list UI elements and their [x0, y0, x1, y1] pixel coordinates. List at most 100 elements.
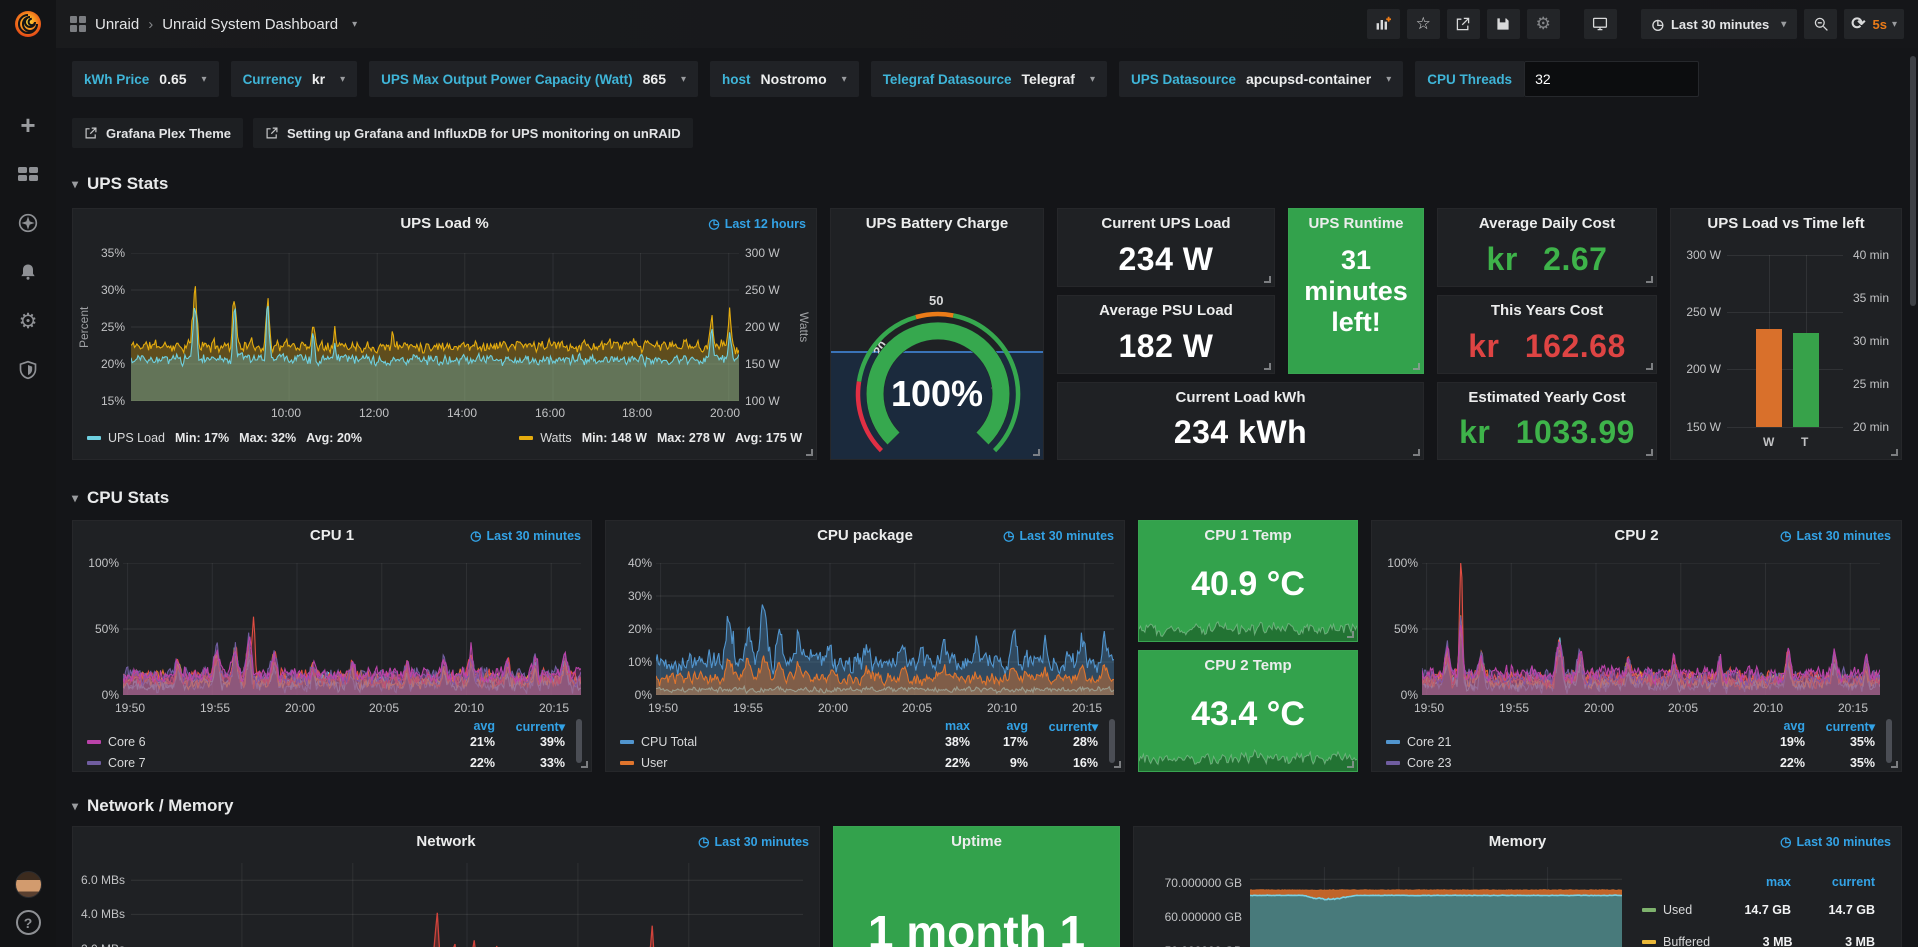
panel-title[interactable]: UPS Load %: [73, 209, 816, 239]
y-tick: 250 W: [1677, 305, 1721, 319]
share-button[interactable]: [1447, 9, 1480, 39]
panel-title[interactable]: Estimated Yearly Cost: [1438, 383, 1656, 413]
resize-handle[interactable]: [1891, 761, 1898, 768]
network-chart[interactable]: [131, 863, 803, 947]
resize-handle[interactable]: [806, 449, 813, 456]
legend-scrollbar[interactable]: [1109, 719, 1115, 763]
panel-title[interactable]: This Years Cost: [1438, 296, 1656, 326]
resize-handle[interactable]: [1347, 761, 1354, 768]
configuration-gear-icon[interactable]: ⚙: [17, 310, 39, 332]
link-grafana-plex-theme[interactable]: Grafana Plex Theme: [72, 118, 243, 148]
resize-handle[interactable]: [1646, 363, 1653, 370]
grafana-logo-icon[interactable]: [12, 8, 44, 40]
legend-header-avg[interactable]: avg: [1747, 719, 1805, 734]
help-icon[interactable]: ?: [16, 910, 41, 935]
star-button[interactable]: ☆: [1407, 9, 1440, 39]
alerting-bell-icon[interactable]: [17, 261, 39, 283]
link-ups-monitoring-guide[interactable]: Setting up Grafana and InfluxDB for UPS …: [253, 118, 693, 148]
legend-header-avg[interactable]: avg: [437, 719, 495, 734]
section-network-memory[interactable]: ▾ Network / Memory: [72, 796, 1902, 816]
breadcrumb-folder[interactable]: Unraid: [95, 16, 139, 33]
resize-handle[interactable]: [1264, 363, 1271, 370]
resize-handle[interactable]: [1646, 276, 1653, 283]
ups-stats-row: UPS Load % ◷Last 12 hours Percent 35% 30…: [72, 208, 1902, 460]
panel-title[interactable]: Current UPS Load: [1058, 209, 1274, 239]
save-button[interactable]: [1487, 9, 1520, 39]
resize-handle[interactable]: [1033, 449, 1040, 456]
panel-title[interactable]: Current Load kWh: [1058, 383, 1423, 413]
panel-title[interactable]: Average Daily Cost: [1438, 209, 1656, 239]
legend-ups-load[interactable]: UPS Load Min: 17% Max: 32% Avg: 20%: [87, 431, 362, 445]
user-avatar[interactable]: [15, 871, 42, 898]
server-admin-shield-icon[interactable]: [17, 359, 39, 381]
zoom-out-button[interactable]: [1804, 9, 1837, 39]
panel-title[interactable]: UPS Battery Charge: [831, 209, 1043, 239]
cpu1-chart[interactable]: [123, 563, 581, 695]
resize-handle[interactable]: [1264, 276, 1271, 283]
resize-handle[interactable]: [1347, 631, 1354, 638]
variable-host[interactable]: host Nostromo ▾: [710, 61, 859, 97]
panel-time-range[interactable]: ◷Last 12 hours: [708, 217, 806, 231]
legend-header-current[interactable]: current: [1791, 875, 1875, 889]
panel-time-range[interactable]: ◷Last 30 minutes: [698, 835, 809, 849]
legend-scrollbar[interactable]: [1886, 719, 1892, 763]
resize-handle[interactable]: [581, 761, 588, 768]
panel-title[interactable]: CPU 2 Temp: [1139, 651, 1357, 681]
resize-handle[interactable]: [1114, 761, 1121, 768]
panel-time-range[interactable]: ◷Last 30 minutes: [1003, 529, 1114, 543]
variable-currency[interactable]: Currency kr ▾: [231, 61, 358, 97]
cpu2-chart[interactable]: [1422, 563, 1880, 695]
bar-watts[interactable]: [1756, 329, 1782, 427]
legend-watts[interactable]: Watts Min: 148 W Max: 278 W Avg: 175 W: [519, 431, 802, 445]
legend-header-max[interactable]: max: [912, 719, 970, 734]
create-icon[interactable]: +: [17, 114, 39, 136]
dashboard-grid-icon[interactable]: [70, 16, 86, 32]
panel-title[interactable]: UPS Runtime: [1289, 209, 1423, 239]
ups-load-chart[interactable]: [131, 253, 739, 401]
resize-handle[interactable]: [1413, 363, 1420, 370]
resize-handle[interactable]: [1413, 449, 1420, 456]
legend-header-max[interactable]: max: [1707, 875, 1791, 889]
add-panel-button[interactable]: [1367, 9, 1400, 39]
legend-row: Used 14.7 GB 14.7 GB: [1642, 903, 1875, 917]
variable-ups-max-output[interactable]: UPS Max Output Power Capacity (Watt) 865…: [369, 61, 698, 97]
legend-header-current[interactable]: current▾: [1028, 719, 1098, 734]
panel-title[interactable]: UPS Load vs Time left: [1671, 209, 1901, 239]
panel-title[interactable]: Uptime: [834, 827, 1119, 857]
refresh-button[interactable]: ⟳ 5s ▾: [1844, 9, 1904, 39]
page-scrollbar[interactable]: [1910, 56, 1916, 306]
time-range-picker[interactable]: ◷ Last 30 minutes ▾: [1641, 9, 1798, 39]
page-title[interactable]: Unraid System Dashboard: [162, 16, 338, 33]
panel-title[interactable]: CPU 1 Temp: [1139, 521, 1357, 551]
legend-header-current[interactable]: current▾: [1805, 719, 1875, 734]
title-caret-icon[interactable]: ▾: [352, 19, 357, 30]
legend-header-current[interactable]: current▾: [495, 719, 565, 734]
panel-title[interactable]: Average PSU Load: [1058, 296, 1274, 326]
sidebar-bottom: ?: [0, 871, 56, 935]
explore-compass-icon[interactable]: [17, 212, 39, 234]
cpu-threads-input[interactable]: [1524, 61, 1699, 97]
resize-handle[interactable]: [1891, 449, 1898, 456]
refresh-interval[interactable]: 5s: [1873, 17, 1887, 32]
y-tick: 300 W: [1677, 248, 1721, 262]
legend-scrollbar[interactable]: [576, 719, 582, 763]
dashboards-icon[interactable]: [17, 163, 39, 185]
panel-current-ups-load: Current UPS Load 234 W: [1057, 208, 1275, 287]
panel-time-range[interactable]: ◷Last 30 minutes: [470, 529, 581, 543]
resize-handle[interactable]: [1646, 449, 1653, 456]
variable-kwh-price[interactable]: kWh Price 0.65 ▾: [72, 61, 219, 97]
y-tick-right: 250 W: [745, 283, 780, 297]
section-ups-stats[interactable]: ▾ UPS Stats: [72, 174, 1902, 194]
panel-time-range[interactable]: ◷Last 30 minutes: [1780, 835, 1891, 849]
section-cpu-stats[interactable]: ▾ CPU Stats: [72, 488, 1902, 508]
cpu-package-chart[interactable]: [656, 563, 1114, 695]
variable-telegraf-datasource[interactable]: Telegraf Datasource Telegraf ▾: [871, 61, 1107, 97]
memory-chart[interactable]: [1250, 867, 1622, 947]
variable-ups-datasource[interactable]: UPS Datasource apcupsd-container ▾: [1119, 61, 1403, 97]
bar-time-left[interactable]: [1793, 333, 1819, 427]
x-tick: 19:50: [115, 701, 145, 715]
legend-header-avg[interactable]: avg: [970, 719, 1028, 734]
panel-time-range[interactable]: ◷Last 30 minutes: [1780, 529, 1891, 543]
settings-gear-button[interactable]: ⚙: [1527, 9, 1560, 39]
cycle-view-tv-button[interactable]: [1584, 9, 1617, 39]
